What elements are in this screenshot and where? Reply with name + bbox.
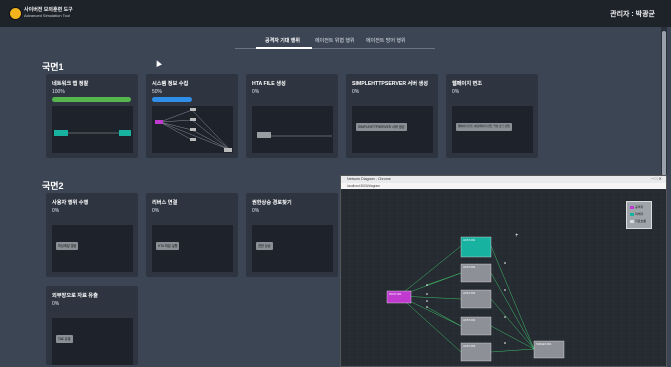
- legend-label: 피해자: [635, 212, 644, 216]
- window-controls[interactable]: – □ ✕: [651, 176, 662, 181]
- legend-item: 공격자: [630, 205, 643, 209]
- diagram-popup-window[interactable]: Network Diagram - Chrome – □ ✕ localhost…: [340, 175, 667, 367]
- diagram-node: [224, 148, 232, 152]
- mouse-cursor-icon: [154, 59, 162, 67]
- tab-agent-threat[interactable]: 에이전트 위협 행위: [315, 37, 355, 44]
- card-user-action[interactable]: 사용자 행위 수행 0% 피싱메일 열람: [46, 193, 138, 277]
- card-title: 외부망으로 자료 유출: [52, 293, 98, 299]
- graph-legend: 공격자 피해자 자료흐름: [626, 201, 652, 229]
- legend-swatch: [630, 212, 634, 216]
- network-graph[interactable]: ROOT-001 HOST-001 HOST-002 HOST-003 HOST…: [341, 189, 666, 366]
- card-title: SIMPLEHTTPSERVER 서버 생성: [352, 81, 429, 87]
- active-tab-indicator: [256, 47, 312, 49]
- action-chip[interactable]: 자료 유출: [56, 335, 73, 343]
- card-privilege-path[interactable]: 권한상승 경로찾기 0% 권한 상승: [246, 193, 338, 277]
- card-percent: 0%: [452, 89, 460, 95]
- legend-item: 피해자: [630, 212, 643, 216]
- app-subtitle: Advanced Simulation Tool: [24, 13, 70, 18]
- mini-diagram: 피싱메일 열람: [52, 225, 133, 272]
- card-reverse-connect[interactable]: 리버스 연결 0% HTA 파일 실행: [146, 193, 238, 277]
- diagram-node: [190, 138, 196, 141]
- graph-node-label: HOST-003: [463, 291, 476, 295]
- progress-bar: [152, 97, 192, 102]
- card-network-map[interactable]: 네트워크 맵 정찰 100%: [46, 74, 138, 158]
- mini-diagram-svg: [155, 108, 232, 152]
- card-title: 네트워크 맵 정찰: [52, 81, 89, 87]
- crosshair-cursor-icon: +: [515, 233, 519, 239]
- top-bar: 사이버전 모의훈련 도구 Advanced Simulation Tool 관리…: [0, 0, 671, 27]
- mini-diagram: 권한 상승: [252, 225, 333, 272]
- app-title: 사이버전 모의훈련 도구: [24, 7, 73, 13]
- mini-diagram: HTA 파일 실행: [152, 225, 233, 272]
- legend-label: 공격자: [635, 205, 644, 209]
- legend-swatch: [630, 219, 634, 223]
- tab-attacker-expected[interactable]: 공격자 기대 행위: [265, 37, 300, 44]
- section1-title: 국면1: [42, 62, 64, 72]
- card-hta-file[interactable]: HTA FILE 생성 0%: [246, 74, 338, 158]
- popup-titlebar[interactable]: Network Diagram - Chrome – □ ✕: [341, 176, 666, 183]
- card-percent: 0%: [152, 208, 160, 214]
- card-title: 사용자 행위 수행: [52, 200, 89, 206]
- card-system-info[interactable]: 시스템 정보 수집 50%: [146, 74, 238, 158]
- mini-diagram: SIMPLEHTTPSERVER 서버 생성: [352, 106, 433, 153]
- popup-title: Network Diagram - Chrome: [347, 177, 391, 181]
- mini-diagram-svg: [257, 132, 332, 138]
- card-title: HTA FILE 생성: [252, 81, 286, 87]
- card-percent: 0%: [352, 89, 360, 95]
- diagram-node: [257, 132, 271, 138]
- user-label[interactable]: 관리자 : 박광균: [610, 9, 655, 19]
- diagram-node: [54, 130, 68, 136]
- graph-node-label: HOST-001: [463, 238, 476, 242]
- graph-node-source-label: ROOT-001: [389, 292, 402, 296]
- card-title: 리버스 연결: [152, 200, 178, 206]
- diagram-node: [155, 120, 163, 124]
- logo-icon: [9, 7, 22, 20]
- legend-swatch: [630, 205, 634, 209]
- card-percent: 0%: [52, 301, 60, 307]
- card-percent: 0%: [252, 208, 260, 214]
- graph-node-target-label: TARGET-001: [536, 342, 552, 346]
- graph-node-label: HOST-005: [463, 344, 476, 348]
- mini-diagram: [152, 106, 233, 153]
- graph-node-label: HOST-004: [463, 318, 476, 322]
- mini-diagram: [52, 106, 133, 153]
- card-title: 웹페이지 변조: [452, 81, 483, 87]
- mini-diagram: [252, 106, 333, 153]
- diagram-node: [119, 130, 131, 136]
- card-percent: 0%: [252, 89, 260, 95]
- scrollbar-thumb[interactable]: [662, 31, 666, 176]
- legend-item: 자료흐름: [630, 219, 646, 223]
- tab-agent-defense[interactable]: 에이전트 방어 행위: [366, 37, 406, 44]
- action-chip[interactable]: SIMPLEHTTPSERVER 서버 생성: [356, 123, 407, 131]
- mini-diagram: 자료 유출: [52, 318, 133, 365]
- section2-title: 국면2: [42, 181, 64, 191]
- legend-label: 자료흐름: [635, 219, 647, 223]
- action-chip[interactable]: 웹페이지 변조 (피싱페이지 삽입, 악성 링크 삽입): [456, 123, 513, 131]
- card-webpage-modify[interactable]: 웹페이지 변조 0% 웹페이지 변조 (피싱페이지 삽입, 악성 링크 삽입): [446, 74, 538, 158]
- action-chip[interactable]: 권한 상승: [256, 242, 273, 250]
- diagram-node: [190, 118, 196, 121]
- card-percent: 50%: [152, 89, 163, 95]
- action-chip[interactable]: HTA 파일 실행: [156, 242, 180, 250]
- card-percent: 100%: [52, 89, 65, 95]
- diagram-node: [190, 108, 196, 111]
- progress-bar: [52, 97, 131, 102]
- mini-diagram: 웹페이지 변조 (피싱페이지 삽입, 악성 링크 삽입): [452, 106, 533, 153]
- graph-node-label: HOST-002: [463, 265, 476, 269]
- card-title: 시스템 정보 수집: [152, 81, 189, 87]
- card-percent: 0%: [52, 208, 60, 214]
- popup-url: localhost:3000/diagram: [347, 184, 380, 188]
- graph-grid: [341, 189, 666, 366]
- diagram-node: [190, 128, 196, 131]
- card-title: 권한상승 경로찾기: [252, 200, 292, 206]
- card-data-exfiltration[interactable]: 외부망으로 자료 유출 0% 자료 유출: [46, 286, 138, 365]
- mini-diagram-svg: [54, 130, 131, 136]
- action-chip[interactable]: 피싱메일 열람: [56, 242, 79, 250]
- card-simplehttpserver[interactable]: SIMPLEHTTPSERVER 서버 생성 0% SIMPLEHTTPSERV…: [346, 74, 438, 158]
